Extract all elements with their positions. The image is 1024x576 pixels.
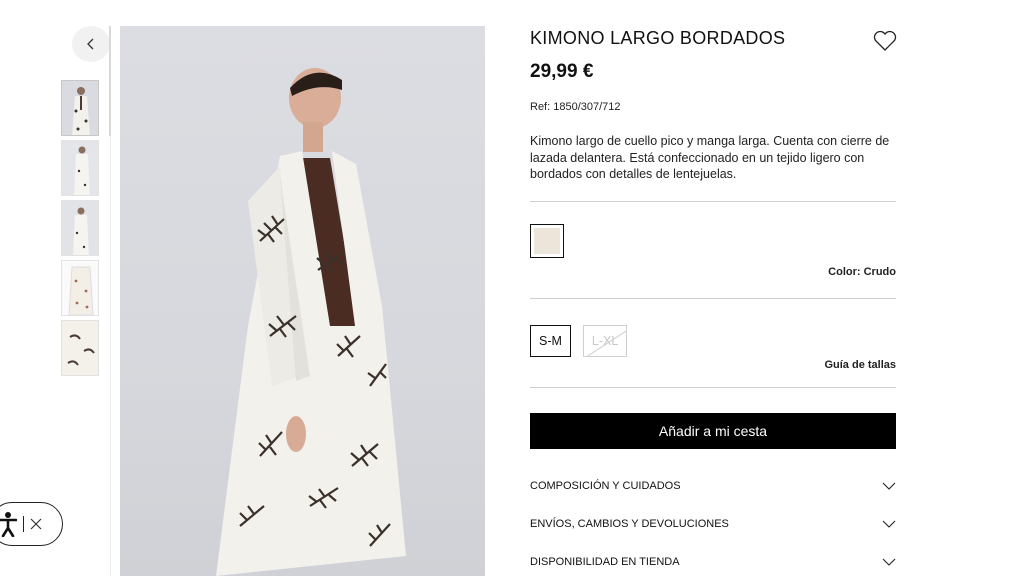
- thumbnail-4[interactable]: [61, 260, 99, 316]
- chevron-left-icon: [87, 38, 94, 50]
- thumbnail-3[interactable]: [61, 200, 99, 256]
- close-icon[interactable]: [30, 518, 42, 530]
- thumbnail-1[interactable]: [61, 80, 99, 136]
- product-info: KIMONO LARGO BORDADOS 29,99 € Ref: 1850/…: [530, 22, 896, 576]
- thumbnail-list: [61, 80, 101, 376]
- accordion-disponibilidad[interactable]: DISPONIBILIDAD EN TIENDA: [530, 543, 896, 576]
- size-section: S-M L-XL Guía de tallas: [530, 324, 896, 371]
- product-title: KIMONO LARGO BORDADOS: [530, 28, 786, 48]
- divider: [530, 297, 896, 299]
- size-option-s-m[interactable]: S-M: [530, 324, 571, 357]
- divider: [530, 200, 896, 202]
- accordion-composicion[interactable]: COMPOSICIÓN Y CUIDADOS: [530, 467, 896, 505]
- accordion-label: ENVÍOS, CAMBIOS Y DEVOLUCIONES: [530, 517, 729, 530]
- divider: [530, 386, 896, 388]
- accordion-label: DISPONIBILIDAD EN TIENDA: [530, 555, 680, 568]
- chevron-down-icon: [882, 520, 896, 528]
- product-reference: Ref: 1850/307/712: [530, 101, 621, 113]
- product-price: 29,99 €: [530, 61, 594, 82]
- accordion-label: COMPOSICIÓN Y CUIDADOS: [530, 479, 681, 492]
- chevron-down-icon: [882, 482, 896, 490]
- separator: [23, 516, 24, 532]
- product-page: KIMONO LARGO BORDADOS 29,99 € Ref: 1850/…: [0, 0, 1024, 576]
- model-photo: [216, 68, 406, 576]
- accessibility-icon[interactable]: [0, 511, 17, 537]
- main-product-image[interactable]: [120, 26, 485, 576]
- chevron-down-icon: [882, 558, 896, 566]
- thumbnail-5[interactable]: [61, 320, 99, 376]
- product-description: Kimono largo de cuello pico y manga larg…: [530, 134, 890, 181]
- gallery-rail: [110, 136, 111, 576]
- gallery-scroll-indicator: [109, 26, 111, 136]
- accessibility-widget: [0, 502, 63, 546]
- size-options: S-M L-XL: [530, 324, 896, 357]
- size-option-l-xl: L-XL: [582, 324, 628, 357]
- thumbnail-2[interactable]: [61, 140, 99, 196]
- accordion-envios[interactable]: ENVÍOS, CAMBIOS Y DEVOLUCIONES: [530, 505, 896, 543]
- color-section: Color: Crudo: [530, 223, 896, 278]
- accordion: COMPOSICIÓN Y CUIDADOS ENVÍOS, CAMBIOS Y…: [530, 467, 896, 576]
- add-to-cart-button[interactable]: Añadir a mi cesta: [530, 412, 896, 449]
- color-swatch-crudo[interactable]: [530, 223, 564, 258]
- size-guide-link[interactable]: Guía de tallas: [530, 359, 896, 371]
- color-label: Color: Crudo: [828, 265, 896, 278]
- swatch-fill: [534, 227, 560, 254]
- back-button[interactable]: [72, 26, 110, 62]
